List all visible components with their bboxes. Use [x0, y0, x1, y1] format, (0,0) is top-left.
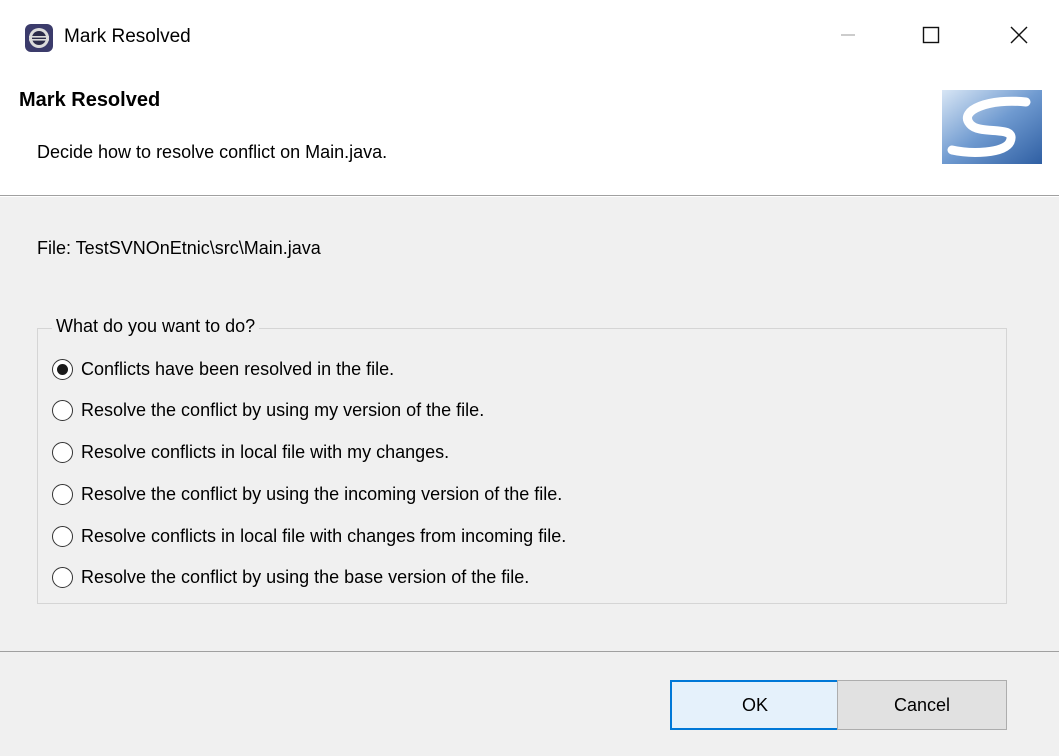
radio-button[interactable] — [52, 399, 73, 421]
ok-button[interactable]: OK — [670, 680, 840, 730]
option-label: Conflicts have been resolved in the file… — [81, 358, 395, 379]
file-path-label: File: TestSVNOnEtnic\src\Main.java — [37, 238, 321, 258]
dialog-banner: Mark Resolved Decide how to resolve conf… — [0, 70, 1059, 196]
maximize-icon — [922, 26, 940, 44]
option-label: Resolve the conflict by using the base v… — [81, 566, 530, 587]
radio-button[interactable] — [52, 483, 73, 505]
option-resolved-in-file[interactable]: Conflicts have been resolved in the file… — [52, 356, 394, 382]
radio-button[interactable] — [52, 525, 73, 547]
banner-title: Mark Resolved — [19, 89, 161, 111]
close-button[interactable] — [989, 10, 1049, 60]
option-local-with-incoming-changes[interactable]: Resolve conflicts in local file with cha… — [52, 523, 566, 549]
radio-button[interactable] — [52, 441, 73, 463]
dialog-footer: OK Cancel — [0, 651, 1059, 756]
option-use-incoming-version[interactable]: Resolve the conflict by using the incomi… — [52, 481, 562, 507]
option-use-base-version[interactable]: Resolve the conflict by using the base v… — [52, 564, 529, 590]
window-title: Mark Resolved — [64, 26, 191, 47]
option-label: Resolve the conflict by using my version… — [81, 399, 485, 420]
minimize-icon — [841, 34, 855, 36]
option-label: Resolve conflicts in local file with my … — [81, 441, 450, 462]
eclipse-app-icon — [25, 24, 53, 52]
close-icon — [1010, 26, 1028, 44]
option-label: Resolve the conflict by using the incomi… — [81, 483, 563, 504]
option-use-my-version[interactable]: Resolve the conflict by using my version… — [52, 397, 484, 423]
cancel-button[interactable]: Cancel — [837, 680, 1007, 730]
radio-button[interactable] — [52, 358, 73, 380]
dialog-content: File: TestSVNOnEtnic\src\Main.java What … — [0, 197, 1059, 651]
svn-logo-icon — [942, 90, 1042, 164]
option-label: Resolve conflicts in local file with cha… — [81, 525, 567, 546]
minimize-button[interactable] — [818, 10, 878, 60]
maximize-button[interactable] — [901, 10, 961, 60]
title-bar: Mark Resolved — [0, 0, 1059, 70]
option-local-with-my-changes[interactable]: Resolve conflicts in local file with my … — [52, 439, 449, 465]
group-legend: What do you want to do? — [52, 316, 260, 337]
radio-selected-dot — [57, 363, 68, 375]
banner-description: Decide how to resolve conflict on Main.j… — [37, 142, 388, 162]
radio-button[interactable] — [52, 566, 73, 588]
resolve-options-group: What do you want to do? Conflicts have b… — [37, 316, 1007, 604]
